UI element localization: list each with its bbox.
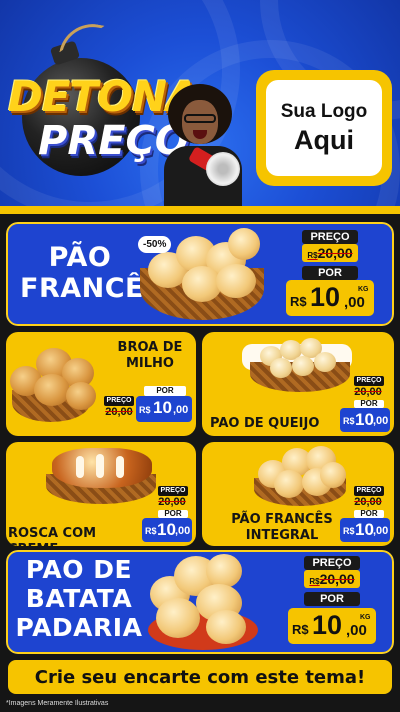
price-label-por: POR xyxy=(304,592,360,606)
logo-text-line2: Aqui xyxy=(294,124,354,155)
old-price: 20,00 xyxy=(354,386,382,398)
header-divider xyxy=(0,206,400,214)
product-card-rosca-com-creme: ROSCA COM CREME PREÇO 20,00 POR R$ 10 ,0… xyxy=(6,442,196,546)
header-banner: DETONA PREÇO Sua Logo Aqui xyxy=(0,0,400,212)
new-price: R$ 10 ,00 KG xyxy=(286,280,374,316)
logo-text-line1: Sua Logo xyxy=(280,100,368,122)
price-label-preco: PREÇO xyxy=(304,556,360,570)
old-price: R$20,00 xyxy=(304,570,360,588)
old-price: 20,00 xyxy=(158,496,186,508)
price-label-preco: PREÇO xyxy=(104,396,134,406)
new-price: R$ 10 ,00 xyxy=(142,518,192,542)
logo-placeholder: Sua Logo Aqui xyxy=(256,70,392,186)
product-name: BROA DE MILHO xyxy=(117,340,183,371)
product-name: PAO DE QUEIJO xyxy=(210,416,320,431)
price-label-preco: PREÇO xyxy=(302,230,358,244)
product-card-pao-de-batata: PAO DE BATATA PADARIA PREÇO R$20,00 POR … xyxy=(6,550,394,654)
product-card-broa-de-milho: BROA DE MILHO PREÇO 20,00 POR R$ 10 ,00 xyxy=(6,332,196,436)
person-with-megaphone xyxy=(160,84,250,212)
new-price: R$ 10 ,00 xyxy=(136,396,192,422)
price-label-preco: PREÇO xyxy=(354,486,384,496)
discount-badge: -50% xyxy=(138,236,172,253)
price-label-preco: PREÇO xyxy=(158,486,188,496)
megaphone-icon xyxy=(187,144,240,186)
product-card-pao-frances: PÃO FRANCÊS -50% PREÇO R$20,00 POR R$ 10… xyxy=(6,222,394,326)
new-price: R$ 10 ,00 xyxy=(340,408,390,432)
product-name: PÃO FRANCÊS xyxy=(20,242,164,305)
price-label-por: POR xyxy=(354,400,384,408)
price-label-por: POR xyxy=(144,386,186,396)
flyer-page: DETONA PREÇO Sua Logo Aqui PÃO FRANCÊS -… xyxy=(0,0,400,712)
price-label-por: POR xyxy=(158,510,188,518)
new-price: R$ 10 ,00 KG xyxy=(288,608,376,644)
product-card-pao-de-queijo: PAO DE QUEIJO PREÇO 20,00 POR R$ 10 ,00 xyxy=(202,332,394,436)
old-price: 20,00 xyxy=(105,406,133,418)
product-card-pao-frances-integral: PÃO FRANCÊS INTEGRAL PREÇO 20,00 POR R$ … xyxy=(202,442,394,546)
price-label-por: POR xyxy=(354,510,384,518)
price-label-por: POR xyxy=(302,266,358,280)
new-price: R$ 10 ,00 xyxy=(340,518,390,542)
price-label-preco: PREÇO xyxy=(354,376,384,386)
product-name: PAO DE BATATA PADARIA xyxy=(15,555,143,642)
product-name: ROSCA COM CREME xyxy=(8,526,97,546)
footer-cta: Crie seu encarte com este tema! xyxy=(8,660,392,694)
product-name: PÃO FRANCÊS INTEGRAL xyxy=(231,512,333,543)
old-price: R$20,00 xyxy=(302,244,358,262)
old-price: 20,00 xyxy=(354,496,382,508)
disclaimer-text: *Imagens Meramente Ilustrativas xyxy=(6,700,109,707)
